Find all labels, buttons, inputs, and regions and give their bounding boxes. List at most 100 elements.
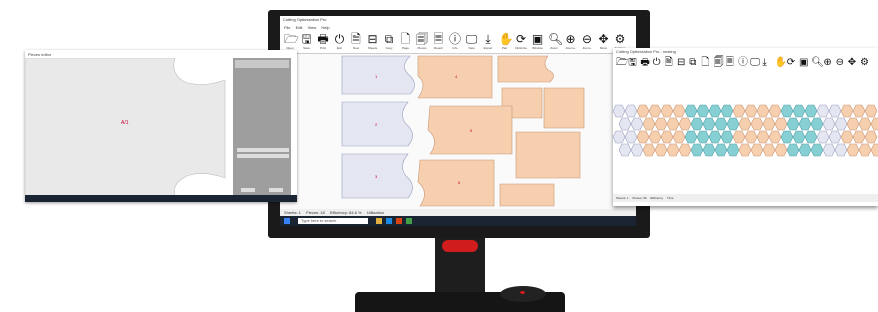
nested-piece-orange (768, 130, 782, 144)
zoom-out-icon[interactable]: ⊖ (836, 58, 846, 68)
nested-piece-blue (624, 104, 638, 118)
piece-orange (497, 55, 554, 83)
menu-help[interactable]: Help (321, 25, 329, 30)
nested-piece-blue (816, 130, 830, 144)
hand-icon[interactable]: ✋ (499, 33, 514, 45)
nested-piece-teal (726, 117, 740, 131)
folder-open-icon[interactable]: 🗁 (284, 33, 299, 45)
app-icon[interactable] (406, 218, 412, 224)
stand-accent (442, 240, 478, 252)
report-icon[interactable]: 🗏 (726, 58, 736, 68)
nested-piece-teal (810, 117, 824, 131)
save-icon[interactable]: 🖫 (301, 33, 313, 45)
status-efficiency: Efficiency: 84.6 % (329, 210, 362, 215)
nested-piece-teal (714, 117, 728, 131)
save-icon[interactable]: 🖫 (628, 58, 638, 68)
window-title: Cutting Optimization Pro (283, 17, 327, 22)
taskbar-search-input[interactable]: Type here to search (298, 218, 368, 224)
folder-icon[interactable] (376, 218, 382, 224)
page-icon[interactable]: 🗋 (400, 33, 412, 45)
cancel-button[interactable] (269, 188, 283, 192)
monitor-icon[interactable]: 🖵 (750, 58, 760, 68)
nested-piece-orange (738, 117, 752, 131)
move-icon[interactable]: ✥ (598, 33, 610, 45)
menu-edit[interactable]: Edit (296, 25, 303, 30)
nested-piece-teal (786, 143, 800, 157)
window-icon[interactable]: ▣ (532, 33, 544, 45)
move-icon[interactable]: ✥ (848, 58, 858, 68)
copy-icon[interactable]: ⧉ (383, 33, 395, 45)
document-icon[interactable]: 🗎 (665, 58, 675, 68)
document-icon[interactable]: 🗎 (350, 33, 362, 45)
property-field[interactable] (237, 154, 289, 158)
report-icon[interactable]: 🗏 (433, 33, 445, 45)
toolbar-label: Pan (501, 46, 508, 50)
nested-piece-orange (660, 130, 674, 144)
nested-piece-teal (684, 130, 698, 144)
menu-view[interactable]: View (308, 25, 317, 30)
print-icon[interactable]: 🖶 (317, 33, 329, 45)
nested-piece-orange (744, 130, 758, 144)
ok-button[interactable] (241, 188, 255, 192)
toolbar-label: Page (401, 46, 409, 50)
status-bar: Sheets: 1 Pieces: 18 Efficiency: 84.6 % … (280, 209, 636, 216)
nested-piece-blue (828, 130, 842, 144)
power-icon[interactable]: ⏻ (334, 33, 346, 45)
nested-piece-teal (804, 130, 818, 144)
nested-piece-orange (660, 104, 674, 118)
nested-piece-orange (774, 117, 788, 131)
menu-file[interactable]: File (284, 25, 290, 30)
nested-piece-orange (762, 143, 776, 157)
nested-piece-orange (732, 130, 746, 144)
folder-open-icon[interactable]: 🗁 (616, 58, 628, 68)
info-icon[interactable]: ⓘ (738, 58, 748, 68)
sheet-icon[interactable]: ⊟ (677, 58, 687, 68)
toolbar-label: Sheets (367, 46, 378, 50)
nested-piece-orange (840, 104, 854, 118)
optimize-icon[interactable]: ⟳ (515, 33, 527, 45)
pieces-icon[interactable]: 🗐 (416, 33, 428, 45)
property-field[interactable] (237, 148, 289, 152)
pieces-icon[interactable]: 🗐 (714, 58, 724, 68)
properties-header (235, 60, 289, 68)
nested-piece-orange (858, 117, 872, 131)
monitor-icon[interactable]: 🖵 (466, 33, 478, 45)
optimize-icon[interactable]: ⟳ (787, 58, 797, 68)
nested-piece-teal (780, 104, 794, 118)
nesting-canvas[interactable]: 1 2 3 4 5 6 (280, 54, 636, 209)
copy-icon[interactable]: ⧉ (689, 58, 699, 68)
power-icon[interactable]: ⏻ (653, 58, 663, 68)
app-icon[interactable] (396, 218, 402, 224)
zoom-in-icon[interactable]: ⊕ (823, 58, 833, 68)
sheet-icon[interactable]: ⊟ (367, 33, 379, 45)
download-icon[interactable]: ⤓ (762, 58, 772, 68)
download-icon[interactable]: ⤓ (482, 33, 494, 45)
zoom-out-icon[interactable]: ⊖ (581, 33, 593, 45)
settings-icon[interactable]: ⚙ (860, 58, 870, 68)
menu-bar: File Edit View Help (280, 24, 636, 31)
page-icon[interactable]: 🗋 (701, 58, 711, 68)
nested-piece-blue (834, 143, 848, 157)
nested-piece-teal (810, 143, 824, 157)
print-icon[interactable]: 🖶 (640, 58, 650, 68)
piece-preview[interactable] (25, 58, 233, 196)
toolbar-label: Move (599, 46, 608, 50)
info-icon[interactable]: ⓘ (449, 33, 461, 45)
nested-piece-orange (666, 143, 680, 157)
zoom-icon[interactable]: 🔍︎ (811, 58, 824, 68)
window-icon[interactable]: ▣ (799, 58, 809, 68)
nested-piece-blue (822, 143, 836, 157)
settings-icon[interactable]: ⚙ (614, 33, 626, 45)
hand-icon[interactable]: ✋ (775, 58, 787, 68)
status-time: Time (667, 196, 674, 200)
nesting-layout[interactable] (613, 104, 878, 160)
nested-piece-orange (666, 117, 680, 131)
status-utilization: Utilization (366, 210, 385, 215)
start-icon[interactable] (284, 218, 290, 224)
toolbar-label: Window (532, 46, 543, 50)
piece-blue (341, 55, 415, 95)
nested-piece-teal (804, 104, 818, 118)
zoom-icon[interactable]: 🔍︎ (548, 33, 563, 45)
browser-icon[interactable] (386, 218, 392, 224)
zoom-in-icon[interactable]: ⊕ (565, 33, 577, 45)
